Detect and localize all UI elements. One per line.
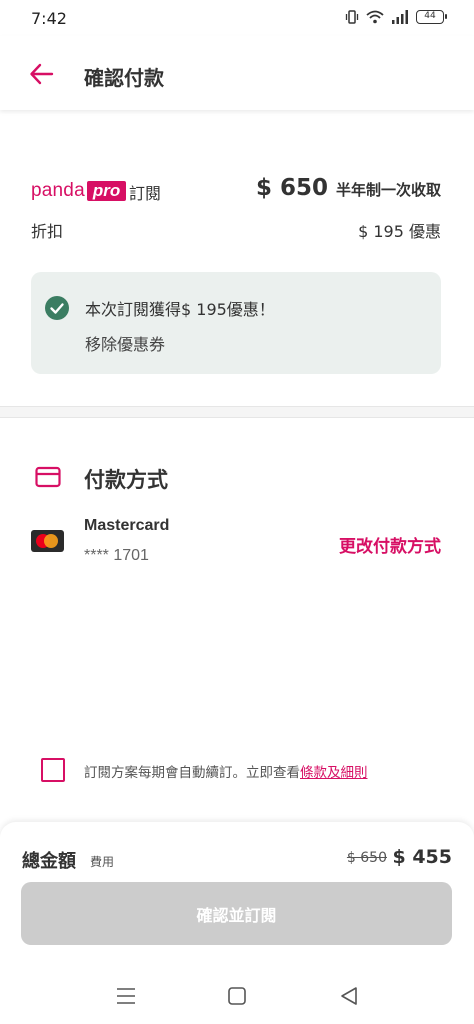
check-circle-icon xyxy=(45,296,69,320)
wifi-icon xyxy=(366,10,384,24)
plan-price-value: $ 650 xyxy=(255,175,328,201)
system-nav-bar xyxy=(0,972,474,1024)
section-divider xyxy=(0,406,474,418)
signal-icon xyxy=(392,10,408,24)
app-header: 確認付款 xyxy=(0,36,474,110)
total-new-price: $ 455 xyxy=(392,846,453,868)
plan-label: 訂閱 xyxy=(129,184,162,203)
back-arrow-icon[interactable] xyxy=(28,60,56,88)
total-label: 總金額 xyxy=(22,851,76,872)
checkout-footer: 總金額 費用 $ 650 $ 455 確認並訂閱 xyxy=(0,822,474,972)
plan-price-note: 半年制一次收取 xyxy=(335,181,441,199)
battery-icon: 44 xyxy=(416,10,447,24)
remove-voucher-link[interactable]: 移除優惠券 xyxy=(85,331,165,355)
change-payment-button[interactable]: 更改付款方式 xyxy=(339,532,441,557)
vibrate-icon xyxy=(345,10,359,24)
page-title: 確認付款 xyxy=(84,66,164,90)
payment-method-title: 付款方式 xyxy=(84,468,168,492)
terms-text-body: 訂閱方案每期會自動續訂。立即查看 xyxy=(84,765,300,781)
pandapro-logo: panda pro xyxy=(31,180,127,202)
home-icon[interactable] xyxy=(225,986,249,1006)
logo-pro-badge: pro xyxy=(86,181,127,201)
credit-card-icon xyxy=(35,466,61,488)
total-old-price: $ 650 xyxy=(346,850,387,866)
voucher-message: 本次訂閱獲得$ 195優惠！ xyxy=(85,300,275,319)
confirm-subscribe-button[interactable]: 確認並訂閱 xyxy=(21,882,452,945)
total-sub-label: 費用 xyxy=(90,855,115,869)
status-bar: 7:42 44 xyxy=(0,0,474,36)
plan-row: panda pro 訂閱 $ 650 半年制一次收取 xyxy=(31,175,441,207)
menu-icon[interactable] xyxy=(114,986,138,1006)
terms-link[interactable]: 條款及細則 xyxy=(300,765,368,781)
status-icons: 44 xyxy=(345,10,447,24)
logo-panda-text: panda xyxy=(31,180,85,201)
discount-row: 折扣 $ 195 優惠 xyxy=(31,218,441,242)
mastercard-icon xyxy=(31,530,64,552)
card-number: **** 1701 xyxy=(84,547,149,564)
plan-price: $ 650 半年制一次收取 xyxy=(256,175,441,201)
discount-label: 折扣 xyxy=(31,222,64,241)
terms-text: 訂閱方案每期會自動續訂。立即查看條款及細則 xyxy=(84,761,368,781)
discount-value: $ 195 優惠 xyxy=(358,222,441,241)
terms-checkbox[interactable] xyxy=(41,758,65,782)
voucher-box: 本次訂閱獲得$ 195優惠！ 移除優惠券 xyxy=(31,272,441,374)
status-time: 7:42 xyxy=(31,9,67,28)
card-name: Mastercard xyxy=(84,517,170,534)
back-triangle-icon[interactable] xyxy=(338,986,362,1006)
